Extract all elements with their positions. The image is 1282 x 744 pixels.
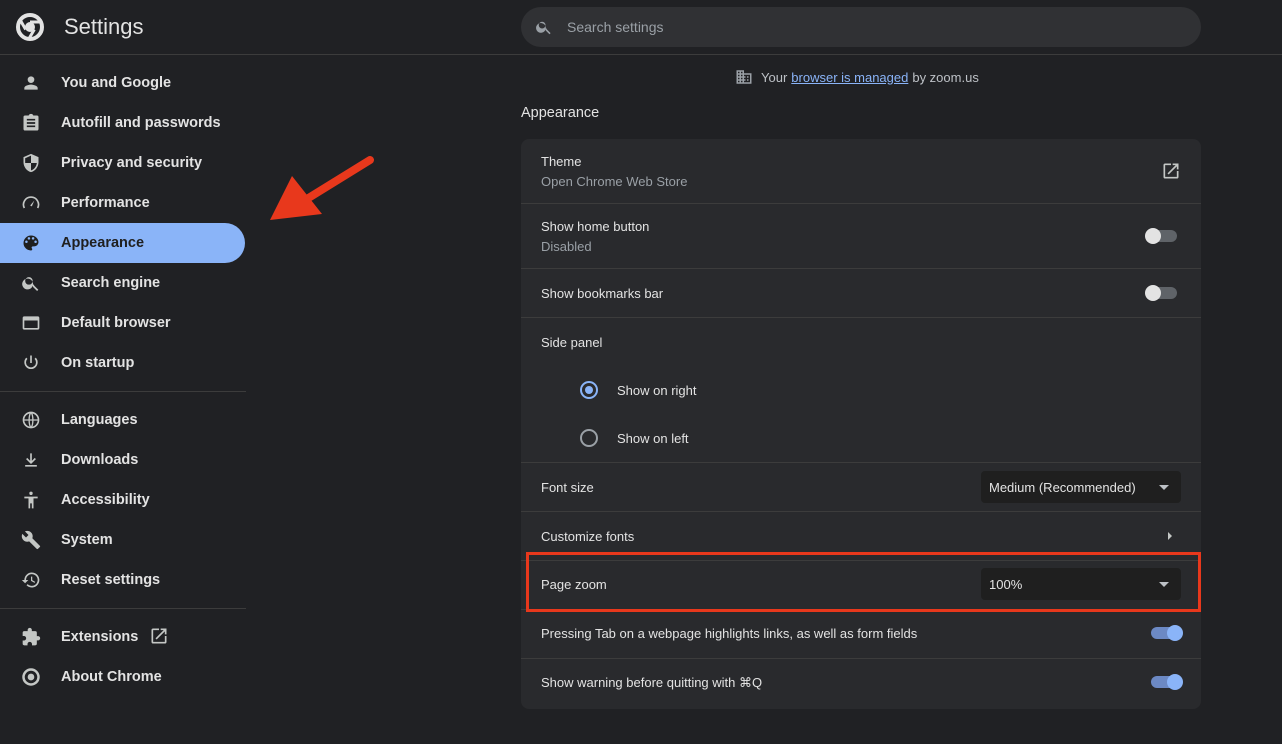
sidebar-item-search-engine[interactable]: Search engine xyxy=(0,263,245,303)
sidebar-item-accessibility[interactable]: Accessibility xyxy=(0,480,245,520)
side-panel-right-label: Show on right xyxy=(617,383,697,398)
sidebar-item-label: You and Google xyxy=(61,75,172,91)
sidebar-item-label: About Chrome xyxy=(61,669,162,685)
font-size-row: Font size Medium (Recommended) xyxy=(521,463,1201,511)
quit-warning-row: Show warning before quitting with ⌘Q xyxy=(521,659,1201,707)
customize-fonts-title: Customize fonts xyxy=(541,529,635,544)
sidebar-item-label: System xyxy=(61,532,113,548)
sidebar-item-downloads[interactable]: Downloads xyxy=(0,440,245,480)
open-in-new-icon[interactable] xyxy=(1161,161,1181,181)
bookmarks-bar-title: Show bookmarks bar xyxy=(541,286,664,301)
quit-warning-toggle[interactable] xyxy=(1149,672,1183,692)
tab-highlight-toggle[interactable] xyxy=(1149,623,1183,643)
bookmarks-bar-toggle[interactable] xyxy=(1145,283,1179,303)
page-zoom-row: Page zoom 100% xyxy=(521,561,1201,609)
accessibility-icon xyxy=(24,491,38,509)
home-button-subtitle: Disabled xyxy=(541,239,592,254)
wrench-icon xyxy=(21,530,41,550)
font-size-value: Medium (Recommended) xyxy=(989,480,1136,495)
theme-subtitle: Open Chrome Web Store xyxy=(541,174,688,189)
browser-managed-link[interactable]: browser is managed xyxy=(791,70,908,85)
quit-warning-title: Show warning before quitting with ⌘Q xyxy=(541,675,763,690)
chevron-right-icon xyxy=(1168,532,1172,540)
clipboard-icon xyxy=(23,113,39,131)
sidebar-item-reset-settings[interactable]: Reset settings xyxy=(0,560,245,600)
section-title: Appearance xyxy=(521,105,600,121)
home-button-toggle[interactable] xyxy=(1145,226,1179,246)
appearance-card: Theme Open Chrome Web Store Show home bu… xyxy=(521,139,1201,709)
chrome-logo-icon xyxy=(16,13,44,41)
power-icon xyxy=(24,355,38,369)
side-panel-title: Side panel xyxy=(541,335,603,350)
sidebar-item-label: Languages xyxy=(61,412,138,428)
speedometer-icon xyxy=(22,196,40,209)
sidebar-item-appearance[interactable]: Appearance xyxy=(0,223,245,263)
font-size-title: Font size xyxy=(541,480,594,495)
download-icon xyxy=(25,453,37,467)
sidebar-item-label: Default browser xyxy=(61,315,171,331)
sidebar-item-label: Search engine xyxy=(61,275,161,291)
sidebar-item-label: Privacy and security xyxy=(61,155,203,171)
caret-down-icon xyxy=(1159,582,1169,587)
search-box[interactable] xyxy=(521,7,1201,47)
side-panel-right-radio[interactable] xyxy=(580,381,598,399)
home-button-row: Show home button Disabled xyxy=(521,204,1201,268)
font-size-select[interactable]: Medium (Recommended) xyxy=(981,471,1181,503)
sidebar-item-system[interactable]: System xyxy=(0,520,245,560)
person-icon xyxy=(24,76,38,90)
customize-fonts-row[interactable]: Customize fonts xyxy=(521,512,1201,560)
search-icon xyxy=(536,21,551,35)
sidebar-item-performance[interactable]: Performance xyxy=(0,183,245,223)
side-panel-left-radio[interactable] xyxy=(580,429,598,447)
page-zoom-value: 100% xyxy=(989,577,1023,592)
sidebar-item-label: On startup xyxy=(61,355,135,371)
page-zoom-select[interactable]: 100% xyxy=(981,568,1181,600)
sidebar-item-about-chrome[interactable]: About Chrome xyxy=(0,657,245,697)
theme-title: Theme xyxy=(541,154,582,169)
palette-icon xyxy=(23,235,39,251)
sidebar-item-label: Performance xyxy=(61,195,150,211)
annotation-arrow xyxy=(270,156,374,220)
theme-row[interactable]: Theme Open Chrome Web Store xyxy=(521,139,1201,203)
caret-down-icon xyxy=(1159,485,1169,490)
app-title: Settings xyxy=(64,14,144,39)
home-button-title: Show home button xyxy=(541,219,650,234)
sidebar-item-label: Autofill and passwords xyxy=(61,115,221,131)
tab-highlight-row: Pressing Tab on a webpage highlights lin… xyxy=(521,610,1201,658)
globe-icon xyxy=(22,411,40,429)
sidebar-item-label: Reset settings xyxy=(61,572,161,588)
search-icon xyxy=(22,277,39,291)
managed-prefix: Your xyxy=(761,69,788,85)
sidebar-item-you-and-google[interactable]: You and Google xyxy=(0,63,245,103)
building-icon xyxy=(736,70,752,84)
shield-icon xyxy=(23,153,39,173)
puzzle-icon xyxy=(22,627,41,646)
tab-highlight-title: Pressing Tab on a webpage highlights lin… xyxy=(541,626,918,641)
sidebar-item-label: Appearance xyxy=(61,235,145,251)
managed-suffix: by zoom.us xyxy=(912,69,979,85)
sidebar-item-default-browser[interactable]: Default browser xyxy=(0,303,245,343)
sidebar-item-privacy[interactable]: Privacy and security xyxy=(0,143,245,183)
sidebar-item-label: Downloads xyxy=(61,452,139,468)
sidebar-divider xyxy=(0,391,246,392)
sidebar-item-languages[interactable]: Languages xyxy=(0,400,245,440)
side-panel-row: Side panel Show on right Show on left xyxy=(521,318,1201,462)
top-bar: Settings xyxy=(0,0,1282,55)
side-panel-left-label: Show on left xyxy=(617,431,689,446)
chrome-logo-icon xyxy=(22,668,40,686)
sidebar-item-extensions[interactable]: Extensions xyxy=(0,617,245,657)
open-in-new-icon xyxy=(151,628,167,644)
page-zoom-title: Page zoom xyxy=(541,577,607,592)
sidebar-item-label: Extensions xyxy=(61,629,139,645)
search-input[interactable] xyxy=(567,7,1167,47)
sidebar-item-autofill[interactable]: Autofill and passwords xyxy=(0,103,245,143)
managed-notice: Your browser is managed by zoom.us xyxy=(735,68,979,86)
sidebar-item-on-startup[interactable]: On startup xyxy=(0,343,245,383)
sidebar-item-label: Accessibility xyxy=(61,492,150,508)
reset-history-icon xyxy=(21,572,40,588)
browser-window-icon xyxy=(22,316,40,330)
sidebar-divider xyxy=(0,608,246,609)
bookmarks-bar-row: Show bookmarks bar xyxy=(521,269,1201,317)
